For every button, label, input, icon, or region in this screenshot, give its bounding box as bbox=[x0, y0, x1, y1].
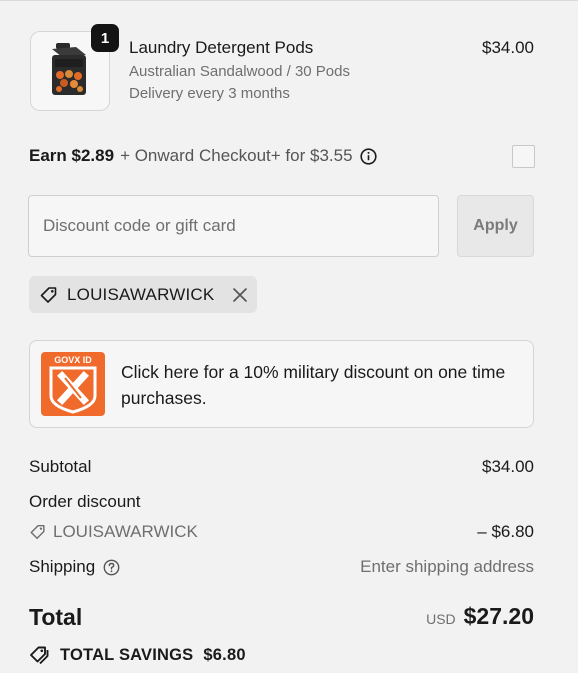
applied-discount-chip: LOUISAWARWICK bbox=[29, 276, 257, 313]
applied-discount-code: LOUISAWARWICK bbox=[67, 284, 215, 304]
summary-discount-code: LOUISAWARWICK bbox=[53, 522, 198, 541]
total-label: Total bbox=[29, 604, 83, 630]
order-discount-label: Order discount bbox=[29, 492, 141, 511]
top-divider bbox=[0, 0, 578, 1]
onward-offer-text: + Onward Checkout+ for $3.55 bbox=[120, 146, 353, 165]
total-amount: $27.20 bbox=[463, 603, 534, 629]
close-icon[interactable] bbox=[232, 287, 248, 303]
earn-amount: Earn $2.89 bbox=[29, 146, 115, 165]
product-price: $34.00 bbox=[482, 38, 534, 57]
detergent-pods-box-icon bbox=[52, 43, 86, 95]
line-item: 1 Laundry Detergent Pods Australian Sand… bbox=[30, 24, 534, 112]
govx-shield-icon: GOVX ID bbox=[41, 352, 105, 416]
shipping-value: Enter shipping address bbox=[360, 557, 534, 576]
tag-icon bbox=[39, 285, 59, 305]
total-value-group: USD $27.20 bbox=[426, 603, 534, 630]
total-savings-amount: $6.80 bbox=[203, 645, 246, 664]
subtotal-value: $34.00 bbox=[482, 457, 534, 476]
total-savings-label: TOTAL SAVINGS bbox=[60, 645, 194, 664]
military-discount-text: Click here for a 10% military discount o… bbox=[121, 362, 506, 408]
subtotal-label: Subtotal bbox=[29, 457, 92, 476]
total-currency: USD bbox=[426, 611, 456, 627]
product-variant: Australian Sandalwood / 30 Pods bbox=[129, 63, 350, 80]
military-discount-banner[interactable]: GOVX ID Click here for a 10% military di… bbox=[29, 340, 534, 428]
discount-amount: – $6.80 bbox=[477, 522, 534, 541]
total-savings-row: TOTAL SAVINGS $6.80 bbox=[29, 645, 246, 665]
tag-icon bbox=[29, 523, 47, 541]
onward-earn-row: Earn $2.89 + Onward Checkout+ for $3.55 bbox=[29, 144, 377, 168]
apply-discount-button[interactable]: Apply bbox=[457, 195, 534, 257]
discount-code-input[interactable] bbox=[28, 195, 439, 257]
info-circle-icon[interactable] bbox=[359, 147, 377, 165]
govx-logo-text: GOVX ID bbox=[54, 355, 92, 365]
product-delivery-frequency: Delivery every 3 months bbox=[129, 85, 290, 102]
product-title: Laundry Detergent Pods bbox=[129, 38, 314, 57]
savings-tag-icon bbox=[29, 645, 51, 665]
quantity-badge: 1 bbox=[91, 24, 119, 52]
onward-checkbox[interactable] bbox=[512, 145, 535, 168]
help-circle-icon[interactable] bbox=[103, 559, 120, 576]
shipping-label: Shipping bbox=[29, 557, 96, 576]
